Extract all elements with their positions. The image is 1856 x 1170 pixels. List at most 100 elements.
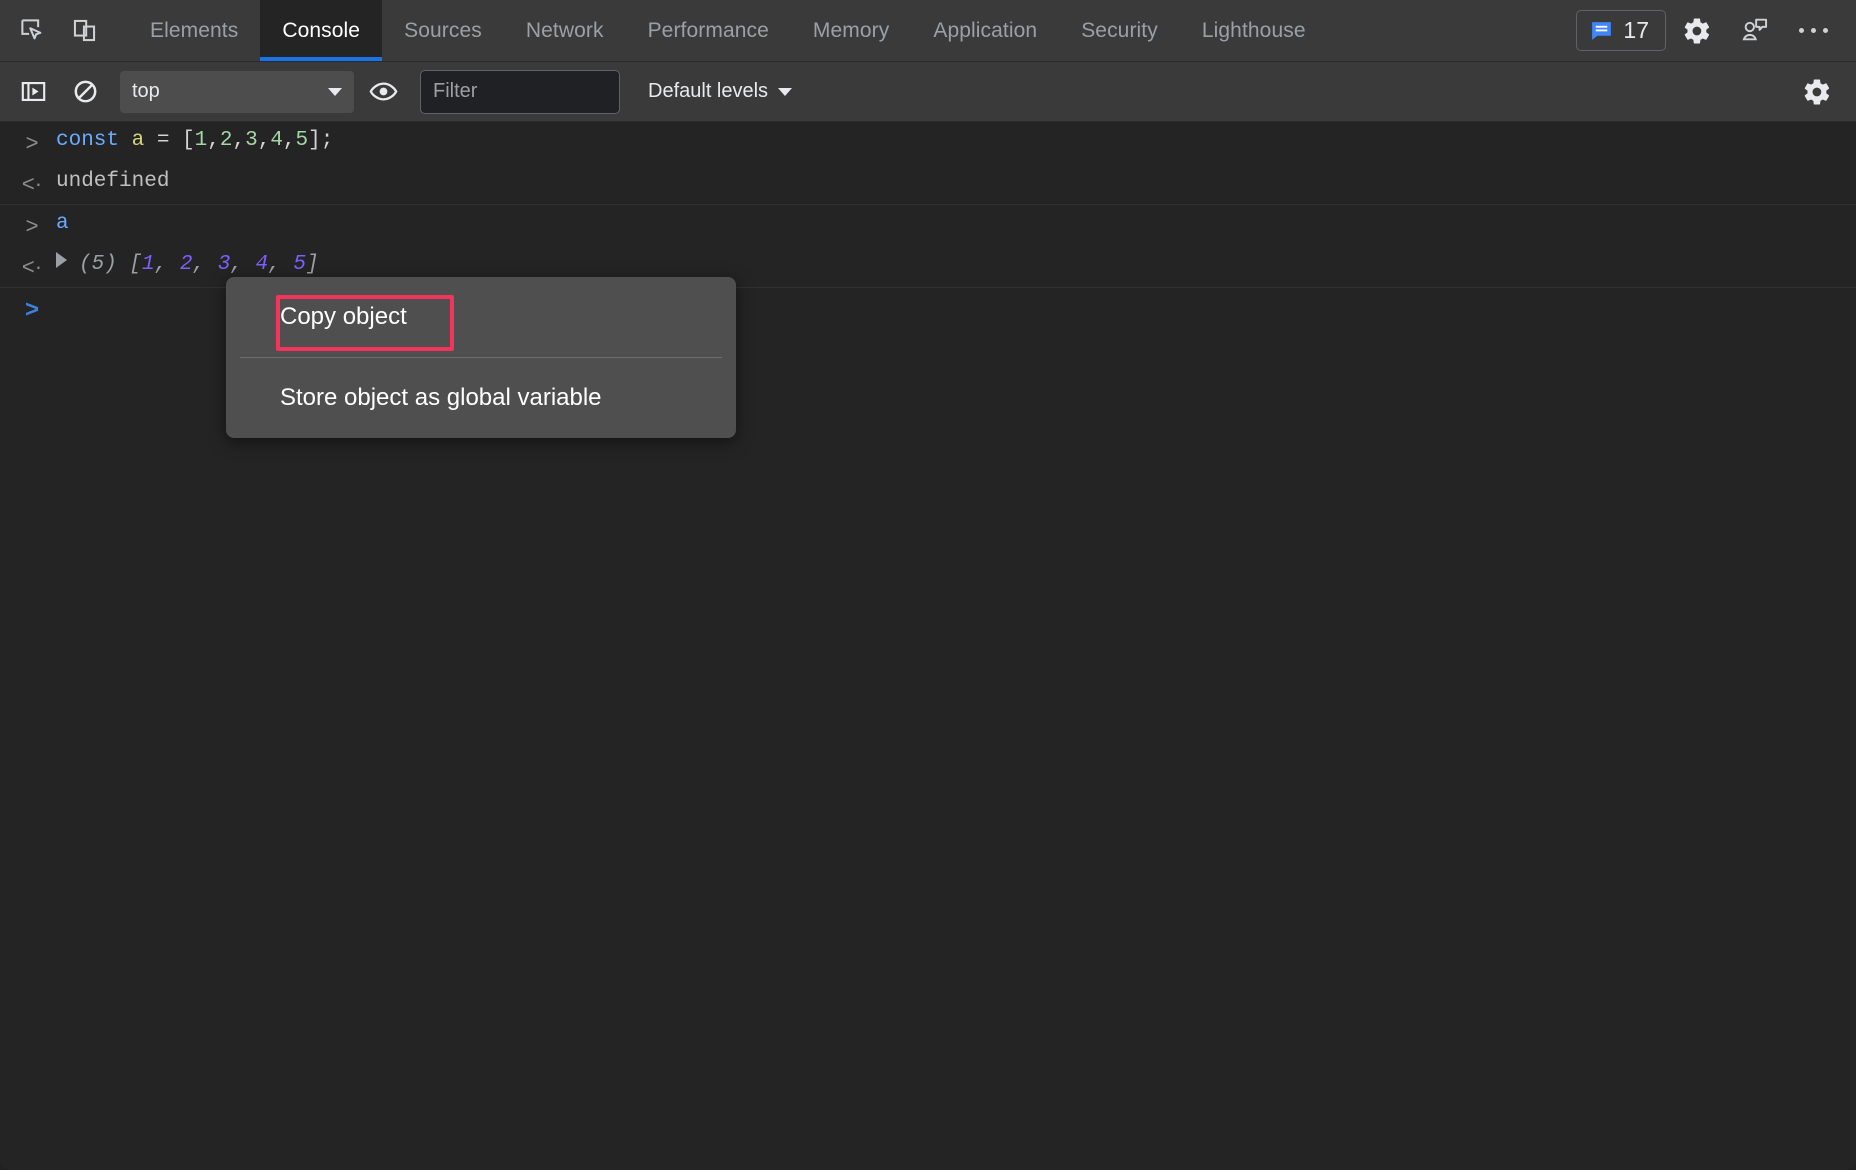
tab-performance[interactable]: Performance	[626, 0, 791, 61]
clear-console-glyph	[72, 78, 99, 105]
device-toolbar-icon[interactable]	[58, 0, 110, 61]
tab-elements[interactable]: Elements	[128, 0, 260, 61]
menu-item-copy-object[interactable]: Copy object	[226, 285, 736, 349]
console-output-array[interactable]: (5) [1, 2, 3, 4, 5]	[50, 251, 1856, 279]
devtools-window: Elements Console Sources Network Perform…	[0, 0, 1856, 1170]
console-row-gutter: <·	[14, 168, 50, 198]
device-toolbar-glyph	[71, 17, 98, 44]
chevron-down-icon	[778, 88, 792, 96]
console-levels-select[interactable]: Default levels	[644, 74, 796, 109]
prompt-caret-icon: >	[14, 296, 50, 324]
menu-item-store-as-global-variable[interactable]: Store object as global variable	[226, 366, 736, 430]
array-preview: (5) [1, 2, 3, 4, 5]	[79, 253, 319, 276]
console-context-value: top	[132, 80, 160, 103]
menu-item-label: Copy object	[280, 303, 407, 331]
token-number: 4	[270, 129, 283, 152]
menu-separator	[240, 357, 722, 358]
token-comma: ,	[232, 129, 245, 152]
console-row-input: > const a = [1,2,3,4,5];	[0, 122, 1856, 163]
tab-memory[interactable]: Memory	[791, 0, 911, 61]
token-number: 3	[245, 129, 258, 152]
array-space	[117, 253, 130, 276]
tab-label: Network	[526, 19, 604, 43]
tab-lighthouse[interactable]: Lighthouse	[1180, 0, 1328, 61]
array-open-bracket: [	[129, 253, 142, 276]
array-close-bracket: ]	[306, 253, 319, 276]
array-separator: ,	[230, 253, 255, 276]
console-context-select[interactable]: top	[120, 71, 354, 113]
console-sidebar-toggle-icon[interactable]	[10, 70, 56, 114]
token-keyword: const	[56, 129, 119, 152]
token-comma: ,	[207, 129, 220, 152]
tab-sources[interactable]: Sources	[382, 0, 504, 61]
devtools-tab-list: Elements Console Sources Network Perform…	[128, 0, 1328, 61]
console-object-context-menu: Copy object Store object as global varia…	[226, 277, 736, 438]
tab-label: Performance	[648, 19, 769, 43]
console-settings-gear-glyph	[1802, 77, 1832, 107]
array-item: 3	[218, 253, 231, 276]
tab-network[interactable]: Network	[504, 0, 626, 61]
tab-label: Console	[282, 19, 360, 43]
tab-label: Elements	[150, 19, 238, 43]
array-item: 1	[142, 253, 155, 276]
menu-item-label: Store object as global variable	[280, 384, 602, 412]
console-sidebar-toggle-glyph	[20, 78, 47, 105]
tab-label: Lighthouse	[1202, 19, 1306, 43]
tab-label: Security	[1081, 19, 1158, 43]
devtools-main-tabbar: Elements Console Sources Network Perform…	[0, 0, 1856, 62]
console-row-gutter: >	[14, 127, 50, 157]
console-row-gutter: <·	[14, 251, 50, 281]
token-identifier: a	[132, 129, 145, 152]
clear-console-icon[interactable]	[62, 70, 108, 114]
console-message-list[interactable]: > const a = [1,2,3,4,5]; <· undefined > …	[0, 122, 1856, 1170]
token-number: 1	[195, 129, 208, 152]
array-item: 2	[180, 253, 193, 276]
array-item: 4	[256, 253, 269, 276]
live-expression-eye-glyph	[369, 77, 398, 106]
token-operator: = [	[144, 129, 194, 152]
array-separator: ,	[155, 253, 180, 276]
array-separator: ,	[268, 253, 293, 276]
console-toolbar: top Default levels	[0, 62, 1856, 122]
output-marker-icon: <·	[22, 170, 42, 198]
array-separator: ,	[192, 253, 217, 276]
tab-console[interactable]: Console	[260, 0, 382, 61]
token-comma: ,	[258, 129, 271, 152]
console-row-input: > a	[0, 205, 1856, 246]
token-space	[119, 129, 132, 152]
console-row-output: <· undefined	[0, 163, 1856, 205]
inspect-element-glyph	[19, 17, 46, 44]
console-settings-gear-icon[interactable]	[1792, 69, 1842, 115]
tab-application[interactable]: Application	[911, 0, 1059, 61]
tab-security[interactable]: Security	[1059, 0, 1180, 61]
settings-gear-icon[interactable]	[1670, 4, 1724, 58]
more-options-dots	[1799, 28, 1828, 33]
inspect-element-icon[interactable]	[6, 0, 58, 61]
tab-label: Sources	[404, 19, 482, 43]
token-close: ];	[308, 129, 333, 152]
input-marker-icon: >	[26, 129, 39, 157]
output-marker-icon: <·	[22, 253, 42, 281]
console-row-gutter: >	[14, 210, 50, 240]
chevron-down-icon	[328, 88, 342, 96]
tabbar-right-controls: 17	[1576, 0, 1856, 61]
array-length-label: (5)	[79, 253, 117, 276]
issues-message-icon	[1589, 18, 1614, 43]
expand-array-triangle-icon[interactable]	[56, 252, 67, 268]
console-filter-input[interactable]	[420, 70, 620, 114]
eye-icon[interactable]	[360, 70, 406, 114]
console-levels-value: Default levels	[648, 80, 768, 103]
settings-gear-glyph	[1682, 16, 1712, 46]
console-input-expression: const a = [1,2,3,4,5];	[50, 127, 1856, 155]
input-marker-icon: >	[26, 212, 39, 240]
issues-count: 17	[1623, 17, 1649, 44]
console-output-value: undefined	[50, 168, 1856, 196]
issues-counter-button[interactable]: 17	[1576, 10, 1666, 51]
feedback-person-icon[interactable]	[1728, 4, 1782, 58]
token-number: 5	[296, 129, 309, 152]
token-number: 2	[220, 129, 233, 152]
token-comma: ,	[283, 129, 296, 152]
tab-label: Application	[933, 19, 1037, 43]
console-input-expression: a	[50, 210, 1856, 238]
more-options-icon[interactable]	[1786, 4, 1840, 58]
